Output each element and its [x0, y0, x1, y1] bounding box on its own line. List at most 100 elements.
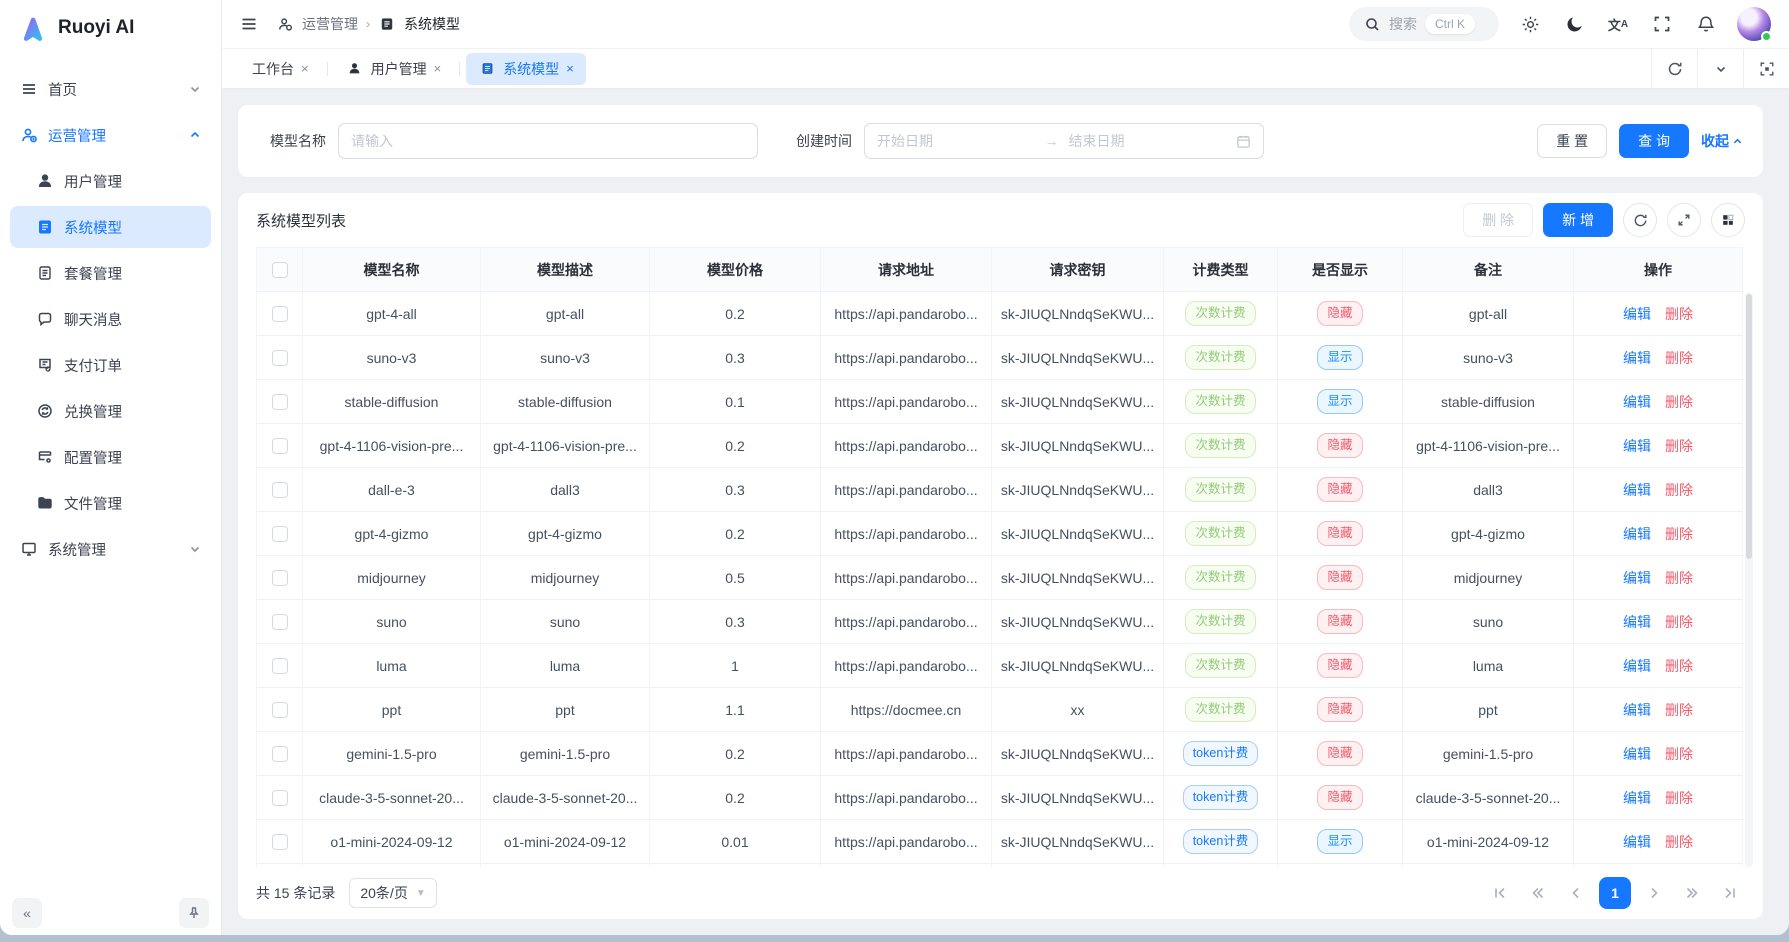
row-checkbox[interactable] [272, 614, 288, 630]
delete-link[interactable]: 删除 [1665, 658, 1693, 674]
sidebar-item-operations[interactable]: 运营管理 [10, 114, 211, 156]
sidebar-item-package-management[interactable]: 套餐管理 [10, 252, 211, 294]
sidebar-item-system-model[interactable]: 系统模型 [10, 206, 211, 248]
edit-link[interactable]: 编辑 [1623, 526, 1651, 542]
tab-workbench[interactable]: 工作台 × [240, 53, 321, 85]
delete-link[interactable]: 删除 [1665, 702, 1693, 718]
scrollbar-thumb[interactable] [1746, 294, 1752, 559]
table-scroll-area: 模型名称模型描述模型价格请求地址请求密钥计费类型是否显示备注操作 gpt-4-a… [256, 247, 1753, 867]
tab-system-model[interactable]: 系统模型 × [466, 53, 586, 85]
edit-link[interactable]: 编辑 [1623, 482, 1651, 498]
close-icon[interactable]: × [434, 61, 442, 76]
tab-user-management[interactable]: 用户管理 × [334, 53, 454, 85]
user-avatar[interactable] [1737, 7, 1771, 41]
row-checkbox[interactable] [272, 526, 288, 542]
language-translate-icon[interactable]: 文A [1605, 11, 1631, 37]
row-checkbox[interactable] [272, 790, 288, 806]
row-checkbox[interactable] [272, 394, 288, 410]
row-checkbox[interactable] [272, 746, 288, 762]
reset-button[interactable]: 重 置 [1537, 124, 1607, 158]
delete-link[interactable]: 删除 [1665, 394, 1693, 410]
cell-request-key: sk-JIUQLNndqSeKWU... [992, 776, 1164, 820]
delete-link[interactable]: 删除 [1665, 438, 1693, 454]
collapse-filter-link[interactable]: 收起 [1701, 131, 1743, 151]
cell-remark: suno-v3 [1403, 336, 1574, 380]
search-input[interactable]: 搜索 Ctrl K [1349, 7, 1499, 41]
next-page-button[interactable] [1639, 878, 1669, 908]
delete-link[interactable]: 删除 [1665, 790, 1693, 806]
delete-selected-button[interactable]: 删 除 [1463, 203, 1533, 237]
back-five-pages-button[interactable] [1523, 878, 1553, 908]
delete-link[interactable]: 删除 [1665, 746, 1693, 762]
search-button[interactable]: 查 询 [1619, 124, 1689, 158]
last-page-button[interactable] [1715, 878, 1745, 908]
edit-link[interactable]: 编辑 [1623, 790, 1651, 806]
edit-link[interactable]: 编辑 [1623, 702, 1651, 718]
sidebar-item-payment-orders[interactable]: 支付订单 [10, 344, 211, 386]
model-name-input[interactable] [338, 123, 758, 159]
gear-icon[interactable] [1517, 11, 1543, 37]
page-size-select[interactable]: 20条/页 ▼ [349, 878, 436, 908]
delete-link[interactable]: 删除 [1665, 306, 1693, 322]
delete-link[interactable]: 删除 [1665, 614, 1693, 630]
row-checkbox[interactable] [272, 658, 288, 674]
row-checkbox[interactable] [272, 702, 288, 718]
edit-link[interactable]: 编辑 [1623, 746, 1651, 762]
sidebar-item-file-management[interactable]: 文件管理 [10, 482, 211, 524]
edit-link[interactable]: 编辑 [1623, 570, 1651, 586]
sidebar-item-chat-messages[interactable]: 聊天消息 [10, 298, 211, 340]
collapse-sidebar-button[interactable]: « [12, 898, 42, 928]
hamburger-menu-icon[interactable] [236, 11, 262, 37]
edit-link[interactable]: 编辑 [1623, 834, 1651, 850]
forward-five-pages-button[interactable] [1677, 878, 1707, 908]
sidebar-item-system-management[interactable]: 系统管理 [10, 528, 211, 570]
edit-link[interactable]: 编辑 [1623, 658, 1651, 674]
close-icon[interactable]: × [301, 61, 309, 76]
sidebar-item-exchange-management[interactable]: 兑换管理 [10, 390, 211, 432]
delete-link[interactable]: 删除 [1665, 570, 1693, 586]
sidebar-item-home[interactable]: 首页 [10, 68, 211, 110]
billing-type-badge: 次数计费 [1185, 477, 1255, 502]
row-checkbox[interactable] [272, 306, 288, 322]
chevron-down-icon[interactable] [1697, 49, 1743, 88]
edit-link[interactable]: 编辑 [1623, 394, 1651, 410]
current-page-button[interactable]: 1 [1599, 877, 1631, 909]
row-checkbox[interactable] [272, 834, 288, 850]
dark-mode-moon-icon[interactable] [1561, 11, 1587, 37]
sidebar-item-user-management[interactable]: 用户管理 [10, 160, 211, 202]
select-all-checkbox[interactable] [272, 262, 288, 278]
delete-link[interactable]: 删除 [1665, 526, 1693, 542]
breadcrumb-parent[interactable]: 运营管理 [302, 14, 358, 34]
date-range-input[interactable]: 开始日期 → 结束日期 [864, 123, 1264, 159]
delete-link[interactable]: 删除 [1665, 482, 1693, 498]
row-checkbox[interactable] [272, 482, 288, 498]
add-button[interactable]: 新 增 [1543, 203, 1613, 237]
table-row: gemini-1.5-progemini-1.5-pro0.2https://a… [257, 732, 1743, 776]
row-checkbox[interactable] [272, 350, 288, 366]
delete-link[interactable]: 删除 [1665, 834, 1693, 850]
cell-request-url: https://api.pandarobo... [821, 424, 992, 468]
table-vertical-scrollbar[interactable] [1745, 292, 1753, 867]
edit-link[interactable]: 编辑 [1623, 350, 1651, 366]
visibility-badge: 显示 [1317, 829, 1362, 854]
maximize-content-icon[interactable] [1743, 49, 1789, 88]
edit-link[interactable]: 编辑 [1623, 306, 1651, 322]
refresh-table-icon[interactable] [1623, 203, 1657, 237]
fullscreen-icon[interactable] [1649, 11, 1675, 37]
cell-request-key: sk-JIUQLNndqSeKWU... [992, 556, 1164, 600]
edit-link[interactable]: 编辑 [1623, 614, 1651, 630]
notifications-bell-icon[interactable] [1693, 11, 1719, 37]
refresh-icon[interactable] [1651, 49, 1697, 88]
delete-link[interactable]: 删除 [1665, 350, 1693, 366]
row-checkbox[interactable] [272, 438, 288, 454]
row-checkbox[interactable] [272, 570, 288, 586]
expand-table-icon[interactable] [1667, 203, 1701, 237]
pin-icon[interactable] [179, 898, 209, 928]
first-page-button[interactable] [1485, 878, 1515, 908]
previous-page-button[interactable] [1561, 878, 1591, 908]
cell-request-key: sk-JIUQLNndqSeKWU... [992, 512, 1164, 556]
close-icon[interactable]: × [566, 61, 574, 76]
column-settings-icon[interactable] [1711, 203, 1745, 237]
sidebar-item-config-management[interactable]: 配置管理 [10, 436, 211, 478]
edit-link[interactable]: 编辑 [1623, 438, 1651, 454]
